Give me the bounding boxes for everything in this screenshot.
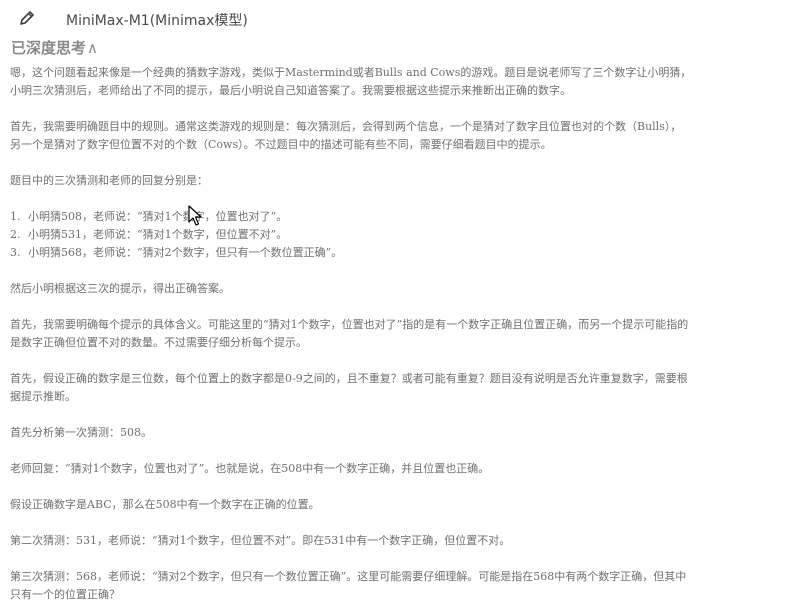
list-item-number: 3. <box>10 246 21 259</box>
list-item: 2. 小明猜531，老师说：“猜对1个数字，但位置不对”。 <box>10 226 692 244</box>
paragraph: 首先，假设正确的数字是三位数，每个位置上的数字都是0-9之间的，且不重复？或者可… <box>10 372 688 403</box>
model-name: MiniMax-M1(Minimax模型) <box>66 13 248 29</box>
paragraph: 首先分析第一次猜测：508。 <box>10 426 152 439</box>
guess-list: 1. 小明猜508，老师说：“猜对1个数字，位置也对了”。 2. 小明猜531，老师… <box>10 208 692 262</box>
paragraph: 嗯，这个问题看起来像是一个经典的猜数字游戏，类似于Mastermind或者Bul… <box>10 66 692 97</box>
list-item: 3. 小明猜568，老师说：“猜对2个数字，但只有一个数位置正确”。 <box>10 244 692 262</box>
paragraph: 第三次猜测：568，老师说：“猜对2个数字，但只有一个数位置正确”。这里可能需要… <box>10 570 687 601</box>
paragraph: 首先，我需要明确每个提示的具体含义。可能这里的“猜对1个数字，位置也对了”指的是… <box>10 318 689 349</box>
paragraph: 然后小明根据这三次的提示，得出正确答案。 <box>10 282 230 295</box>
deep-thinking-label: 已深度思考 <box>11 39 87 57</box>
paragraph: 假设正确数字是ABC，那么在508中有一个数字在正确的位置。 <box>10 498 320 511</box>
paragraph: 题目中的三次猜测和老师的回复分别是： <box>10 174 208 187</box>
thinking-content: 嗯，这个问题看起来像是一个经典的猜数字游戏，类似于Mastermind或者Bul… <box>10 64 692 602</box>
list-item-text: 小明猜568，老师说：“猜对2个数字，但只有一个数位置正确”。 <box>28 246 343 259</box>
list-item-number: 1. <box>10 210 21 223</box>
paragraph: 首先，我需要明确题目中的规则。通常这类游戏的规则是：每次猜测后，会得到两个信息，… <box>10 120 682 151</box>
chat-header: MiniMax-M1(Minimax模型) <box>0 0 798 36</box>
paragraph: 第二次猜测：531，老师说：“猜对1个数字，但位置不对”。即在531中有一个数字… <box>10 534 511 547</box>
mouse-pointer-icon <box>188 205 202 226</box>
list-item: 1. 小明猜508，老师说：“猜对1个数字，位置也对了”。 <box>10 208 692 226</box>
chevron-up-icon: ∧ <box>87 39 98 57</box>
list-item-text: 小明猜508，老师说：“猜对1个数字，位置也对了”。 <box>28 210 288 223</box>
paragraph: 老师回复：“猜对1个数字，位置也对了”。也就是说，在508中有一个数字正确，并且… <box>10 462 490 475</box>
list-item-text: 小明猜531，老师说：“猜对1个数字，但位置不对”。 <box>28 228 288 241</box>
list-item-number: 2. <box>10 228 21 241</box>
pencil-icon[interactable] <box>18 9 36 27</box>
deep-thinking-toggle[interactable]: 已深度思考∧ <box>11 37 98 58</box>
